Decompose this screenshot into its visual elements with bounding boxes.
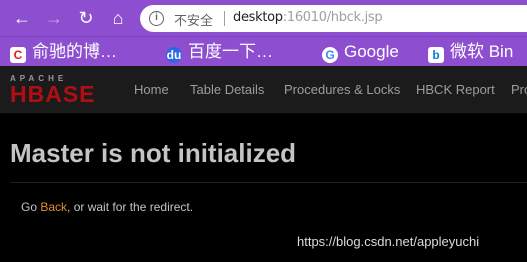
- address-bar[interactable]: i 不安全 desktop:16010/hbck.jsp: [140, 5, 527, 32]
- bookmark-csdn[interactable]: C 俞驰的博…: [10, 41, 117, 63]
- divider: [224, 11, 225, 26]
- divider: [10, 182, 527, 183]
- bookmark-label: 百度一下…: [188, 42, 273, 61]
- csdn-icon: C: [10, 47, 26, 63]
- bookmark-baidu[interactable]: du 百度一下…: [166, 41, 273, 63]
- google-icon: G: [322, 47, 338, 63]
- bookmarks-bar: C 俞驰的博… du 百度一下… G Google b 微软 Bin: [0, 36, 527, 66]
- nav-overflow-item[interactable]: Pro: [511, 82, 527, 97]
- bing-icon: b: [428, 47, 444, 63]
- nav-home[interactable]: Home: [134, 82, 169, 97]
- logo-hbase-text: HBASE: [10, 81, 96, 107]
- reload-icon[interactable]: ↻: [74, 6, 98, 30]
- back-arrow-icon[interactable]: ←: [10, 6, 34, 30]
- bookmark-label: 俞驰的博…: [32, 42, 117, 61]
- page-title: Master is not initialized: [10, 138, 297, 168]
- bookmark-bing[interactable]: b 微软 Bin: [428, 41, 513, 63]
- nav-hbck-report[interactable]: HBCK Report: [416, 82, 495, 97]
- url-path: :16010/hbck.jsp: [282, 10, 383, 25]
- url-text[interactable]: desktop:16010/hbck.jsp: [233, 10, 383, 25]
- info-icon[interactable]: i: [149, 11, 164, 26]
- url-host: desktop: [233, 10, 283, 25]
- home-icon[interactable]: ⌂: [106, 6, 130, 30]
- forward-arrow-icon[interactable]: →: [42, 6, 66, 30]
- bookmark-google[interactable]: G Google: [322, 41, 399, 63]
- bookmark-label: Google: [344, 42, 399, 61]
- hbase-navbar: APACHE HBASE Home Table Details Procedur…: [0, 66, 527, 114]
- back-link[interactable]: Back: [40, 200, 67, 214]
- baidu-paw-icon: du: [166, 47, 182, 63]
- hbase-logo[interactable]: APACHE HBASE: [10, 74, 114, 106]
- redirect-message: Go Back, or wait for the redirect.: [21, 200, 193, 214]
- nav-table-details[interactable]: Table Details: [190, 82, 264, 97]
- watermark: https://blog.csdn.net/appleyuchi: [297, 234, 480, 249]
- message-suffix: , or wait for the redirect.: [67, 200, 194, 214]
- nav-procedures-locks[interactable]: Procedures & Locks: [284, 82, 400, 97]
- bookmark-label: 微软 Bin: [450, 42, 514, 61]
- insecure-label: 不安全: [174, 13, 214, 28]
- message-prefix: Go: [21, 200, 41, 214]
- browser-toolbar: ← → ↻ ⌂ i 不安全 desktop:16010/hbck.jsp: [0, 0, 527, 36]
